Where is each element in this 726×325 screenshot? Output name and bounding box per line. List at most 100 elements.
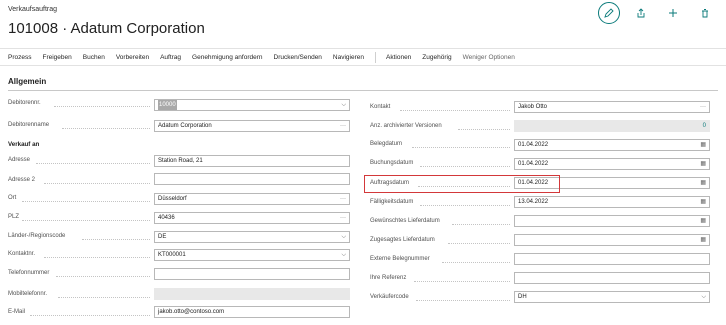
label-laender-regionscode: Länder-/Regionscode xyxy=(8,233,66,239)
dropdown-icon[interactable]: ⌵ xyxy=(701,292,706,302)
debitorennr-field[interactable]: 10000 ⌵ xyxy=(154,99,350,111)
action-bar: Prozess Freigeben Buchen Vorbereiten Auf… xyxy=(0,48,726,66)
action-separator xyxy=(375,51,376,63)
highlight-box xyxy=(364,175,560,193)
new-icon[interactable] xyxy=(662,2,684,24)
calendar-icon[interactable]: ▦ xyxy=(700,197,706,207)
buchungsdatum-value: 01.04.2022 xyxy=(518,161,549,167)
anz-archivierter-versionen-value[interactable]: 0 xyxy=(703,121,706,131)
label-ort: Ort xyxy=(8,195,17,201)
faelligkeitsdatum-value: 13.04.2022 xyxy=(518,199,549,205)
lookup-icon[interactable]: ··· xyxy=(700,102,706,112)
dropdown-icon[interactable]: ⌵ xyxy=(341,232,346,242)
label-e-mail: E-Mail xyxy=(8,309,26,315)
label-externe-belegnummer: Externe Belegnummer xyxy=(370,256,430,262)
leader-dots xyxy=(36,163,150,164)
action-zugehoerig[interactable]: Zugehörig xyxy=(422,54,451,61)
share-icon[interactable] xyxy=(630,2,652,24)
verkaeufercode-value: DH xyxy=(518,294,527,300)
label-gewuenschtes-lieferdatum: Gewünschtes Lieferdatum xyxy=(370,218,440,224)
lookup-icon[interactable]: ··· xyxy=(340,213,346,223)
leader-dots xyxy=(54,106,150,107)
leader-dots xyxy=(448,243,510,244)
lookup-icon[interactable]: ··· xyxy=(340,194,346,204)
gewuenschtes-lieferdatum-field[interactable]: ▦ xyxy=(514,215,710,227)
debitorennr-value: 10000 xyxy=(158,100,177,110)
anz-archivierter-versionen-field: 0 xyxy=(514,120,710,132)
debitorenname-field[interactable]: Adatum Corporation ··· xyxy=(154,120,350,132)
leader-dots xyxy=(30,315,150,316)
ort-field[interactable]: Düsseldorf ··· xyxy=(154,193,350,205)
belegdatum-field[interactable]: 01.04.2022 ▦ xyxy=(514,139,710,151)
leader-dots xyxy=(62,128,150,129)
kontaktnr-field[interactable]: KT000001 ⌵ xyxy=(154,249,350,261)
calendar-icon[interactable]: ▦ xyxy=(700,216,706,226)
faelligkeitsdatum-field[interactable]: 13.04.2022 ▦ xyxy=(514,196,710,208)
calendar-icon[interactable]: ▦ xyxy=(700,178,706,188)
adresse-field[interactable]: Station Road, 21 xyxy=(154,155,350,167)
e-mail-field[interactable]: jakob.otto@contoso.com xyxy=(154,306,350,318)
label-kontaktnr: Kontaktnr. xyxy=(8,251,36,257)
section-divider xyxy=(8,90,718,91)
leader-dots xyxy=(44,183,150,184)
label-adresse: Adresse xyxy=(8,157,31,163)
kontakt-field[interactable]: Jakob Otto ··· xyxy=(514,101,710,113)
adresse-value: Station Road, 21 xyxy=(158,158,203,164)
top-actions xyxy=(598,2,716,24)
edit-icon[interactable] xyxy=(598,2,620,24)
dropdown-icon[interactable]: ⌵ xyxy=(341,100,346,110)
laender-regionscode-field[interactable]: DE ⌵ xyxy=(154,231,350,243)
calendar-icon[interactable]: ▦ xyxy=(700,140,706,150)
calendar-icon[interactable]: ▦ xyxy=(700,235,706,245)
action-vorbereiten[interactable]: Vorbereiten xyxy=(116,54,149,61)
plz-value: 40436 xyxy=(158,215,175,221)
label-debitorennr: Debitorennr. xyxy=(8,100,41,106)
leader-dots xyxy=(420,166,510,167)
leader-dots xyxy=(82,239,150,240)
delete-icon[interactable] xyxy=(694,2,716,24)
calendar-icon[interactable]: ▦ xyxy=(700,159,706,169)
label-ihre-referenz: Ihre Referenz xyxy=(370,275,407,281)
buchungsdatum-field[interactable]: 01.04.2022 ▦ xyxy=(514,158,710,170)
label-faelligkeitsdatum: Fälligkeitsdatum xyxy=(370,199,414,205)
action-prozess[interactable]: Prozess xyxy=(8,54,31,61)
zugesagtes-lieferdatum-field[interactable]: ▦ xyxy=(514,234,710,246)
leader-dots xyxy=(414,281,510,282)
leader-dots xyxy=(56,276,150,277)
action-genehmigung-anfordern[interactable]: Genehmigung anfordern xyxy=(192,54,262,61)
action-freigeben[interactable]: Freigeben xyxy=(42,54,71,61)
page-type-label: Verkaufsauftrag xyxy=(8,6,58,13)
verkaeufercode-field[interactable]: DH ⌵ xyxy=(514,291,710,303)
label-belegdatum: Belegdatum xyxy=(370,141,403,147)
leader-dots xyxy=(416,300,510,301)
leader-dots xyxy=(420,205,510,206)
label-kontakt: Kontakt xyxy=(370,104,391,110)
label-plz: PLZ xyxy=(8,214,20,220)
label-debitorenname: Debitorenname xyxy=(8,122,50,128)
label-buchungsdatum: Buchungsdatum xyxy=(370,160,414,166)
leader-dots xyxy=(22,201,150,202)
leader-dots xyxy=(458,129,510,130)
action-drucken-senden[interactable]: Drucken/Senden xyxy=(274,54,322,61)
externe-belegnummer-field[interactable] xyxy=(514,253,710,265)
leader-dots xyxy=(412,147,510,148)
action-buchen[interactable]: Buchen xyxy=(83,54,105,61)
label-mobiltelefonnr: Mobiltelefonnr. xyxy=(8,291,48,297)
label-anz-archivierter-versionen: Anz. archivierter Versionen xyxy=(370,123,442,129)
kontaktnr-value: KT000001 xyxy=(158,252,186,258)
label-adresse-2: Adresse 2 xyxy=(8,177,36,183)
page-title: 101008 · Adatum Corporation xyxy=(8,20,205,37)
adresse-2-field[interactable] xyxy=(154,173,350,185)
action-weniger-optionen[interactable]: Weniger Optionen xyxy=(463,54,515,61)
debitorenname-value: Adatum Corporation xyxy=(158,123,212,129)
laender-regionscode-value: DE xyxy=(158,234,167,240)
dropdown-icon[interactable]: ⌵ xyxy=(341,250,346,260)
telefonnummer-field[interactable] xyxy=(154,268,350,280)
plz-field[interactable]: 40436 ··· xyxy=(154,212,350,224)
action-auftrag[interactable]: Auftrag xyxy=(160,54,181,61)
leader-dots xyxy=(22,220,150,221)
lookup-icon[interactable]: ··· xyxy=(340,121,346,131)
ihre-referenz-field[interactable] xyxy=(514,272,710,284)
action-aktionen[interactable]: Aktionen xyxy=(386,54,411,61)
action-navigieren[interactable]: Navigieren xyxy=(333,54,364,61)
